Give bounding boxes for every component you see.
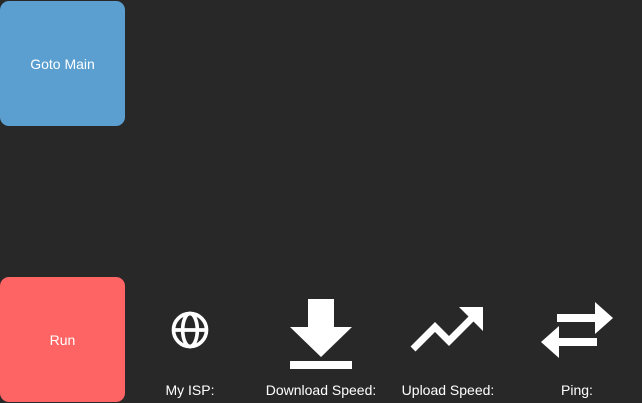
run-label: Run: [49, 331, 76, 348]
isp-label: My ISP:: [165, 382, 215, 398]
upload-speed-stat: Upload Speed:: [393, 282, 503, 403]
ping-label: Ping:: [561, 382, 593, 398]
run-button[interactable]: Run: [0, 277, 125, 402]
upload-speed-label: Upload Speed:: [401, 382, 495, 398]
globe-icon: [168, 282, 212, 377]
goto-main-button[interactable]: Goto Main: [0, 1, 125, 126]
trending-up-icon: [409, 282, 487, 377]
isp-stat: My ISP:: [150, 282, 230, 403]
swap-arrows-icon: [539, 282, 615, 377]
goto-main-label: Goto Main: [30, 55, 95, 72]
download-icon: [288, 282, 354, 377]
download-speed-label: Download Speed:: [265, 382, 377, 398]
download-speed-stat: Download Speed:: [256, 282, 386, 403]
ping-stat: Ping:: [537, 282, 617, 403]
